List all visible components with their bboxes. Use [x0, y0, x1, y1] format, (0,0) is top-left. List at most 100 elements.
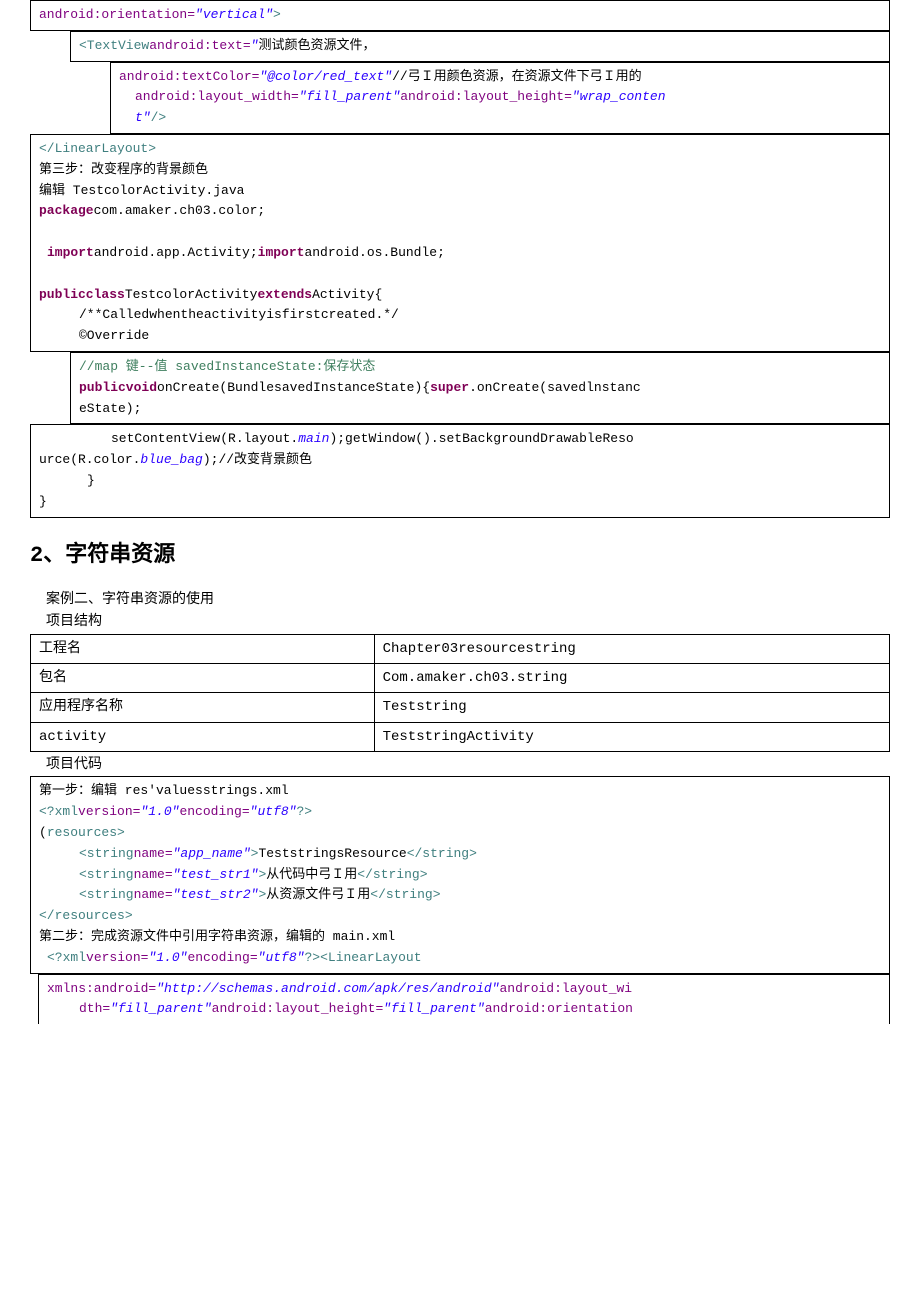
code-keyword: import — [39, 245, 94, 260]
code-tag: > — [273, 7, 281, 22]
code-keyword: publicvoid — [79, 380, 157, 395]
code-attr: encoding= — [179, 804, 249, 819]
code-str: "1.0" — [148, 950, 187, 965]
table-row: 应用程序名称Teststring — [31, 693, 890, 722]
code-comment: //map 键--值 savedInstanceState:保存状态 — [79, 359, 375, 374]
step-text: 编辑 TestcolorActivity.java — [39, 183, 244, 198]
code-keyword: package — [39, 203, 94, 218]
cell-value: Chapter03resourcestring — [374, 634, 889, 663]
case-label: 案例二、字符串资源的使用 — [30, 589, 890, 611]
code-attr: android:text= — [149, 38, 250, 53]
step-text: 第一步：编辑 res'valuesstrings.xml — [39, 783, 289, 798]
code-text: ( — [39, 825, 47, 840]
code-keyword: extends — [257, 287, 312, 302]
cell-label: activity — [31, 722, 375, 751]
code-str: blue_bag — [140, 452, 202, 467]
code-box-8: xmlns:android="http://schemas.android.co… — [38, 974, 890, 1025]
code-attr: version= — [78, 804, 140, 819]
cell-label: 工程名 — [31, 634, 375, 663]
code-box-7: 第一步：编辑 res'valuesstrings.xml <?xmlversio… — [30, 776, 890, 973]
code-text: eState); — [79, 401, 141, 416]
code-box-1: android:orientation="vertical"> — [30, 0, 890, 31]
code-str: "wrap_conten — [572, 89, 666, 104]
code-str: "fill_parent" — [299, 89, 400, 104]
table-row: 工程名Chapter03resourcestring — [31, 634, 890, 663]
code-tag: <?xml — [39, 804, 78, 819]
step-text: 第三步：改变程序的背景颜色 — [39, 162, 208, 177]
code-text: } — [39, 494, 47, 509]
code-keyword: import — [258, 245, 305, 260]
code-tag: resources — [47, 825, 117, 840]
code-tag: </string> — [370, 887, 440, 902]
page-content: android:orientation="vertical"> <TextVie… — [30, 0, 890, 1024]
code-attr: version= — [86, 950, 148, 965]
code-str: "vertical" — [195, 7, 273, 22]
code-str: "utf8" — [250, 804, 297, 819]
code-text: com.amaker.ch03.color; — [94, 203, 266, 218]
cell-value: TeststringActivity — [374, 722, 889, 751]
code-tag: <?xml — [47, 950, 86, 965]
code-tag: </string> — [357, 867, 427, 882]
section-heading: 2、字符串资源 — [30, 538, 890, 573]
code-attr: xmlns:android= — [47, 981, 156, 996]
code-text: android.app.Activity; — [94, 245, 258, 260]
code-attr: dth= — [79, 1001, 110, 1016]
code-box-3: android:textColor="@color/red_text"//弓Ｉ用… — [110, 62, 890, 134]
code-text: 测试颜色资源文件， — [258, 38, 375, 53]
code-str: "1.0" — [140, 804, 179, 819]
code-text: );//改变背景颜色 — [203, 452, 312, 467]
code-keyword: super — [430, 380, 469, 395]
code-annotation: ©Override — [79, 328, 149, 343]
code-str: "test_str2" — [173, 887, 259, 902]
subheading: 项目结构 — [30, 611, 890, 633]
code-attr: android:textColor= — [119, 69, 259, 84]
code-text: TestcolorActivity — [125, 287, 258, 302]
code-str: "app_name" — [173, 846, 251, 861]
code-tag: </resources> — [39, 908, 133, 923]
code-tag: > — [117, 825, 125, 840]
code-text: 从资源文件弓Ｉ用 — [266, 887, 370, 902]
code-attr: android:orientation= — [39, 7, 195, 22]
code-tag: </LinearLayout> — [39, 141, 156, 156]
code-keyword: publicclass — [39, 287, 125, 302]
code-str: "@color/red_text" — [259, 69, 392, 84]
code-text: urce(R.color. — [39, 452, 140, 467]
code-tag: <string — [79, 846, 134, 861]
code-str: main — [298, 431, 329, 446]
cell-value: Com.amaker.ch03.string — [374, 663, 889, 692]
code-text: Activity{ — [312, 287, 382, 302]
code-tag: /> — [151, 110, 167, 125]
code-text: } — [87, 473, 95, 488]
code-tag: </string> — [407, 846, 477, 861]
code-attr: name= — [134, 846, 173, 861]
code-str: "fill_parent" — [383, 1001, 484, 1016]
code-text: TeststringsResource — [258, 846, 406, 861]
code-comment: //弓Ｉ用颜色资源，在资源文件下弓Ｉ用的 — [392, 69, 642, 84]
code-tag: ?> — [304, 950, 320, 965]
code-box-4: </LinearLayout> 第三步：改变程序的背景颜色 编辑 Testcol… — [30, 134, 890, 352]
code-attr: android:layout_height= — [212, 1001, 384, 1016]
code-text: setContentView(R.layout. — [111, 431, 298, 446]
cell-label: 包名 — [31, 663, 375, 692]
code-str: "fill_parent" — [110, 1001, 211, 1016]
code-box-6: setContentView(R.layout.main);getWindow(… — [30, 424, 890, 517]
code-text: .onCreate(savedlnstanc — [469, 380, 641, 395]
code-box-5: //map 键--值 savedInstanceState:保存状态 publi… — [70, 352, 890, 424]
code-text: onCreate(BundlesavedInstanceState){ — [157, 380, 430, 395]
code-tag: <string — [79, 867, 134, 882]
code-comment: /**Calledwhentheactivityisfirstcreated.*… — [79, 307, 399, 322]
code-text: );getWindow().setBackgroundDrawableReso — [329, 431, 633, 446]
code-text: android.os.Bundle; — [304, 245, 444, 260]
subheading: 项目代码 — [30, 754, 890, 776]
code-tag: ?> — [296, 804, 312, 819]
cell-label: 应用程序名称 — [31, 693, 375, 722]
code-attr: encoding= — [187, 950, 257, 965]
code-attr: android:layout_wi — [499, 981, 632, 996]
code-attr: name= — [134, 867, 173, 882]
step-text: 第二步：完成资源文件中引用字符串资源，编辑的 main.xml — [39, 929, 395, 944]
code-str: "utf8" — [258, 950, 305, 965]
project-table: 工程名Chapter03resourcestring 包名Com.amaker.… — [30, 634, 890, 753]
code-str: "http://schemas.android.com/apk/res/andr… — [156, 981, 499, 996]
code-text: 从代码中弓Ｉ用 — [266, 867, 357, 882]
code-str: t" — [135, 110, 151, 125]
